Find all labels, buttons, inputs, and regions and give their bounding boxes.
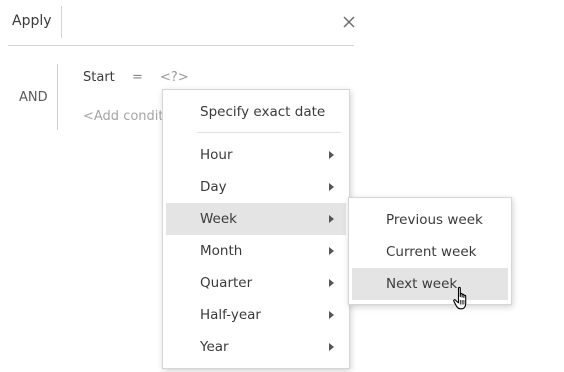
submenu-item-label: Previous week	[386, 212, 483, 228]
submenu-arrow-icon	[329, 215, 334, 223]
menu-item-label: Specify exact date	[200, 104, 326, 120]
menu-divider	[197, 132, 341, 133]
menu-item-week[interactable]: Week	[166, 203, 346, 235]
submenu-arrow-icon	[329, 247, 334, 255]
menu-item-label: Month	[200, 243, 243, 259]
menu-item-year[interactable]: Year	[166, 331, 346, 363]
menu-item-exact-date[interactable]: Specify exact date	[166, 96, 346, 128]
menu-item-label: Day	[200, 179, 227, 195]
hand-cursor-icon	[453, 286, 467, 310]
toolbar-bottom-border	[8, 45, 354, 46]
menu-item-label: Week	[200, 211, 237, 227]
submenu-item-label: Current week	[386, 244, 477, 260]
group-operator-label[interactable]: AND	[19, 90, 48, 105]
submenu-item-current-week[interactable]: Current week	[352, 236, 508, 268]
condition-operator[interactable]: =	[132, 70, 143, 85]
submenu-arrow-icon	[329, 151, 334, 159]
toolbar-divider	[61, 6, 62, 38]
week-submenu: Previous week Current week Next week	[348, 197, 512, 305]
menu-item-half-year[interactable]: Half-year	[166, 299, 346, 331]
submenu-item-previous-week[interactable]: Previous week	[352, 204, 508, 236]
group-bracket	[57, 64, 58, 130]
add-condition-link[interactable]: <Add conditi	[83, 109, 167, 124]
menu-item-label: Half-year	[200, 307, 261, 323]
menu-item-quarter[interactable]: Quarter	[166, 267, 346, 299]
submenu-arrow-icon	[329, 311, 334, 319]
condition-value[interactable]: <?>	[160, 70, 189, 85]
submenu-item-next-week[interactable]: Next week	[352, 268, 508, 300]
menu-item-day[interactable]: Day	[166, 171, 346, 203]
menu-item-hour[interactable]: Hour	[166, 139, 346, 171]
submenu-arrow-icon	[329, 183, 334, 191]
menu-item-label: Hour	[200, 147, 233, 163]
menu-item-month[interactable]: Month	[166, 235, 346, 267]
submenu-item-label: Next week	[386, 276, 458, 292]
menu-item-label: Year	[200, 339, 229, 355]
submenu-arrow-icon	[329, 343, 334, 351]
date-period-menu: Specify exact date Hour Day Week Month Q…	[162, 89, 350, 369]
close-icon[interactable]	[342, 15, 356, 29]
submenu-arrow-icon	[329, 279, 334, 287]
apply-button[interactable]: Apply	[12, 13, 52, 29]
menu-item-label: Quarter	[200, 275, 253, 291]
condition-field[interactable]: Start	[83, 70, 115, 85]
